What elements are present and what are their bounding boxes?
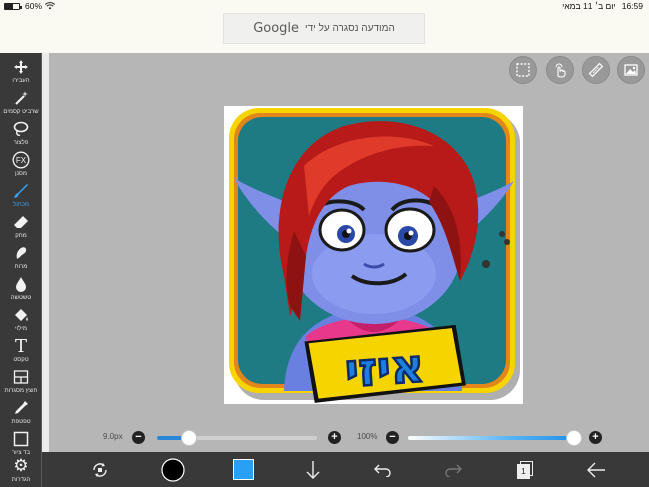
tool-blur[interactable]: טשטשה	[0, 274, 42, 304]
layers-button[interactable]: 1	[512, 452, 538, 487]
tool-fill[interactable]: מילוי	[0, 305, 42, 335]
tool-label: הגדרות	[11, 477, 31, 483]
blur-drop-icon	[13, 274, 29, 294]
brush-preview-icon	[161, 457, 185, 482]
lasso-icon	[13, 119, 29, 139]
wifi-icon	[45, 2, 56, 10]
transform-button[interactable]	[86, 452, 114, 487]
fx-icon: FX	[12, 150, 30, 170]
brush-size-minus-button[interactable]: −	[132, 431, 145, 444]
tool-brush[interactable]: מכחול	[0, 181, 42, 211]
tool-frame-divider[interactable]: חוצץ מסגרות	[0, 367, 42, 397]
canvas-icon	[13, 429, 29, 449]
layers-count: 1	[517, 463, 530, 479]
selection-icon	[516, 63, 530, 77]
download-button[interactable]	[300, 452, 326, 487]
transform-icon	[93, 462, 107, 477]
ruler-pencil-icon	[588, 62, 604, 78]
touch-button[interactable]	[546, 56, 574, 84]
brush-size-plus-button[interactable]: +	[328, 431, 341, 444]
badge-text: איזי	[343, 338, 426, 397]
tool-label: מכחול	[13, 202, 29, 208]
opacity-thumb[interactable]	[566, 430, 582, 446]
undo-button[interactable]	[370, 452, 396, 487]
opacity-minus-button[interactable]: −	[386, 431, 399, 444]
color-swatch	[232, 459, 254, 480]
artwork-canvas: איזי	[229, 108, 520, 403]
tool-label: חוצץ מסגרות	[4, 388, 38, 394]
tool-label: מילוי	[15, 326, 27, 332]
color-swatch-button[interactable]	[230, 452, 256, 487]
back-button[interactable]	[582, 452, 610, 487]
opacity-label: 100%	[357, 432, 378, 441]
ad-area: המודעה נסגרה על ידי Google	[0, 12, 649, 53]
image-icon	[624, 64, 638, 76]
move-icon	[13, 57, 29, 77]
tool-label: העבירו	[12, 78, 30, 84]
battery-icon	[4, 2, 22, 10]
tool-sidebar: העבירו שרביט קסמים פלצור FX מסנן מכחול מ…	[0, 53, 42, 487]
redo-icon	[445, 464, 462, 477]
tool-text[interactable]: T טקסט	[0, 336, 42, 366]
tool-canvas[interactable]: בד ציור	[0, 429, 42, 459]
tool-label: טפטפת	[11, 419, 31, 425]
artwork-image[interactable]: איזי	[224, 106, 523, 404]
brush-size-thumb[interactable]	[181, 430, 197, 446]
svg-text:FX: FX	[16, 156, 27, 165]
google-logo: Google	[253, 21, 300, 36]
frame-divider-icon	[13, 367, 29, 387]
tool-label: טקסט	[13, 357, 29, 363]
tool-label: מרוח	[14, 264, 28, 270]
undo-icon	[374, 464, 391, 477]
tool-label: מחק	[15, 233, 27, 239]
redo-button[interactable]	[440, 452, 466, 487]
status-bar: 60% 16:59 יום ב׳ 11 במאי	[0, 0, 649, 12]
tool-smudge[interactable]: מרוח	[0, 243, 42, 273]
tool-filter[interactable]: FX מסנן	[0, 150, 42, 180]
eyedropper-icon	[13, 398, 29, 418]
selection-button[interactable]	[509, 56, 537, 84]
status-time: 16:59	[621, 1, 643, 11]
tool-lasso[interactable]: פלצור	[0, 119, 42, 149]
touch-icon	[555, 63, 566, 78]
brush-preview-button[interactable]	[159, 452, 187, 487]
tool-settings[interactable]: ⚙ הגדרות	[0, 456, 42, 486]
magic-wand-icon	[13, 88, 29, 108]
bucket-icon	[13, 305, 29, 325]
status-date: יום ב׳ 11 במאי	[562, 1, 616, 11]
smudge-icon	[13, 243, 29, 263]
download-icon	[306, 460, 320, 479]
opacity-plus-button[interactable]: +	[589, 431, 602, 444]
ruler-button[interactable]	[582, 56, 610, 84]
layers-icon: 1	[517, 460, 533, 479]
eraser-icon	[13, 212, 29, 232]
tool-eraser[interactable]: מחק	[0, 212, 42, 242]
tool-move[interactable]: העבירו	[0, 57, 42, 87]
back-arrow-icon	[587, 462, 605, 477]
tool-label: מסנן	[15, 171, 27, 177]
battery-percent: 60%	[25, 1, 43, 11]
ad-closed-text: המודעה נסגרה על ידי	[305, 23, 395, 34]
text-icon: T	[14, 335, 27, 357]
image-button[interactable]	[617, 56, 645, 84]
tool-label: שרביט קסמים	[3, 109, 39, 115]
opacity-track[interactable]	[408, 436, 576, 440]
ad-banner[interactable]: המודעה נסגרה על ידי Google	[223, 13, 425, 44]
tool-label: טשטשה	[10, 295, 32, 301]
bottom-toolbar: 1	[42, 452, 649, 487]
brush-size-label: 9.0px	[103, 432, 123, 441]
brush-icon	[13, 181, 29, 201]
tool-magic-wand[interactable]: שרביט קסמים	[0, 88, 42, 118]
tool-label: פלצור	[13, 140, 29, 146]
tool-dropper[interactable]: טפטפת	[0, 398, 42, 428]
gear-icon: ⚙	[13, 456, 29, 475]
